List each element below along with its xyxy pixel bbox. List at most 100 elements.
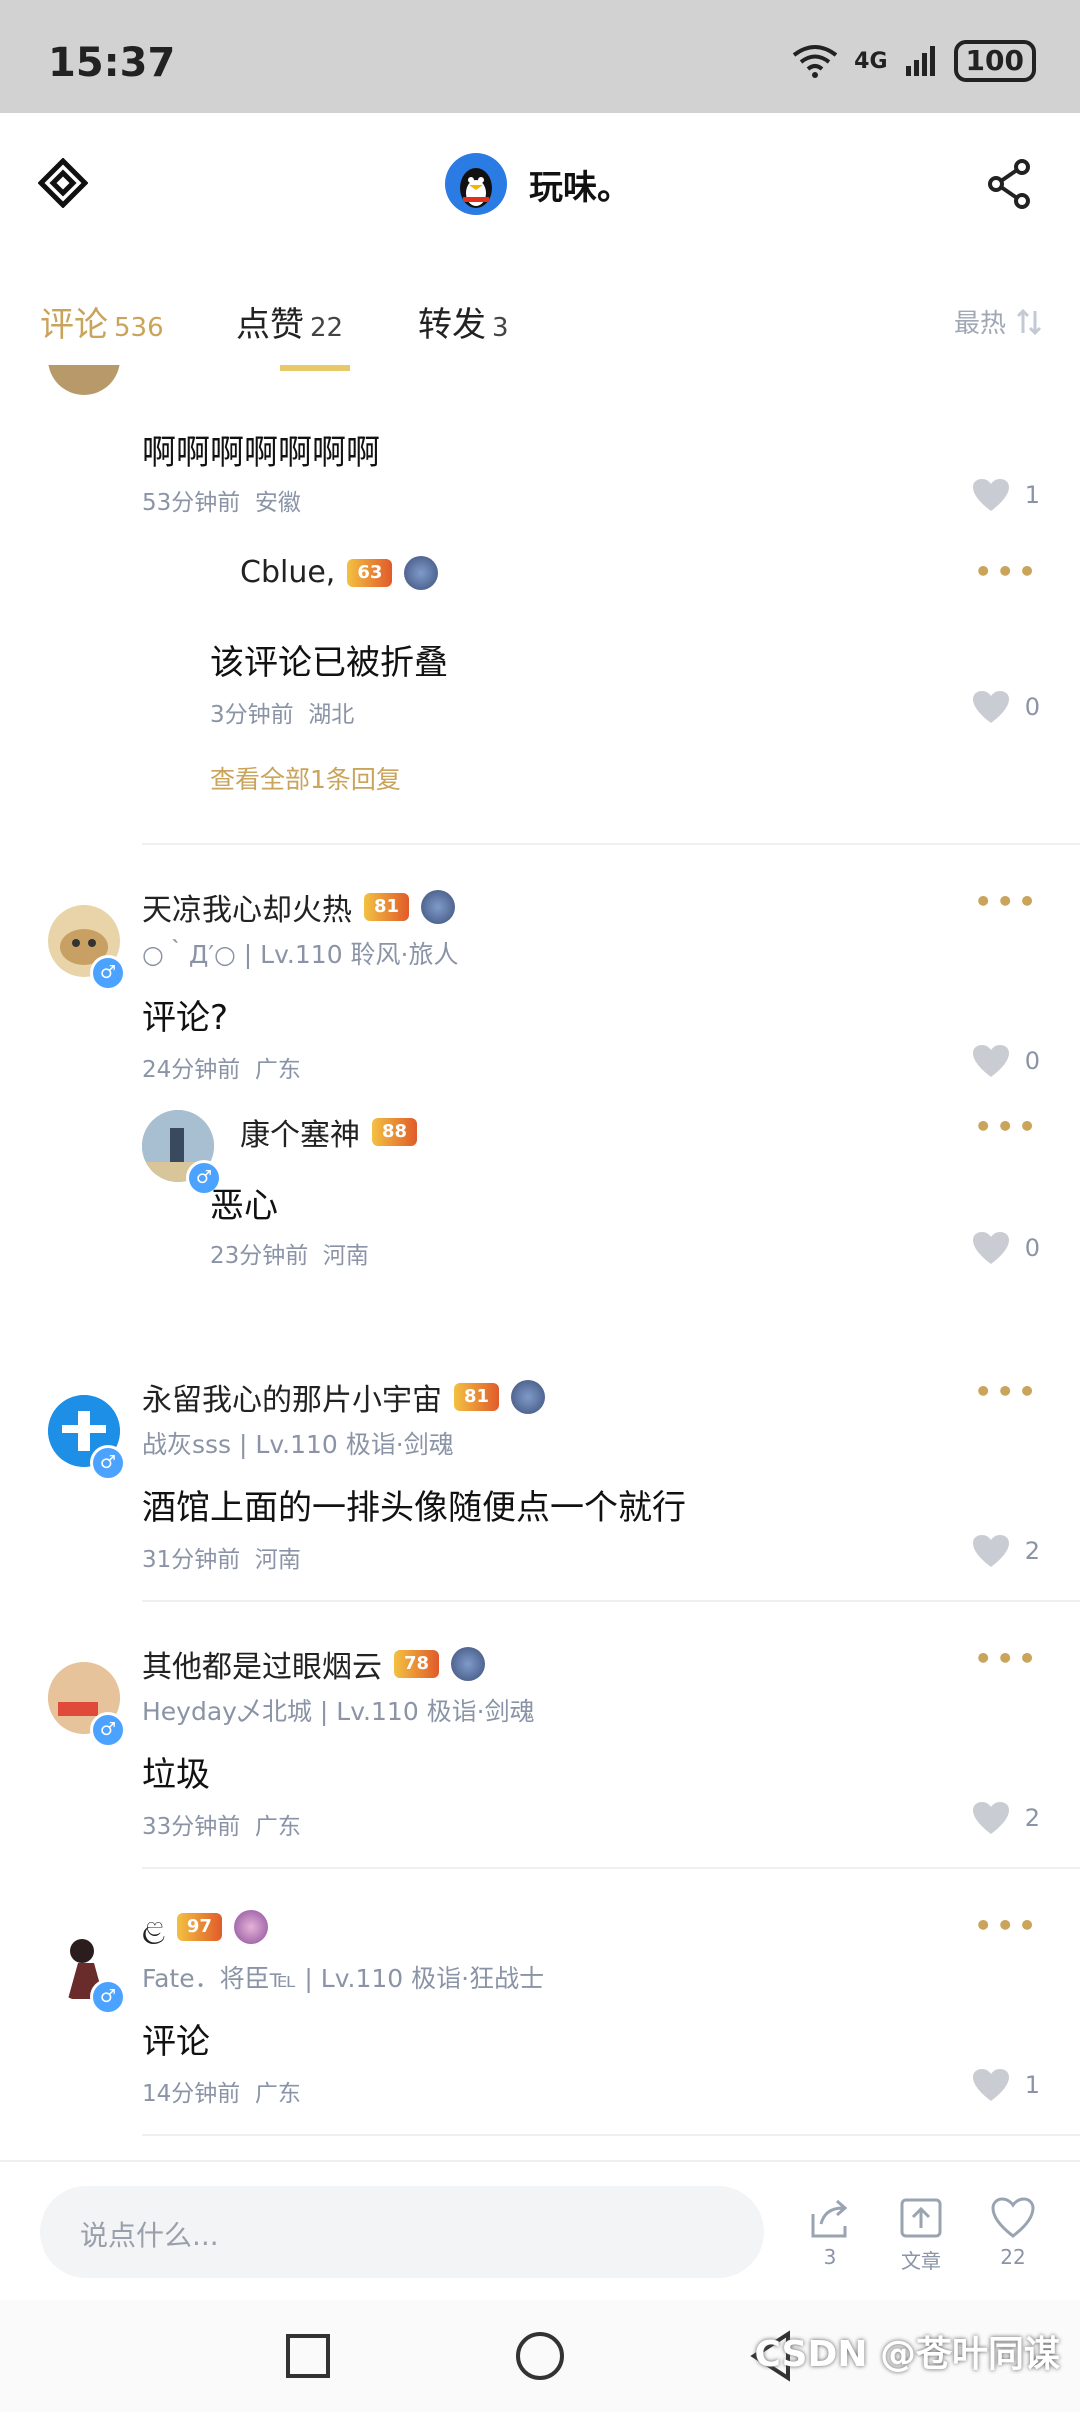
header-user[interactable]: 玩味。 <box>445 153 631 215</box>
app-logo-icon[interactable] <box>38 158 88 208</box>
divider <box>142 2134 1080 2136</box>
battery-indicator: 100 <box>953 40 1036 82</box>
divider <box>142 1600 1080 1602</box>
username[interactable]: 永留我心的那片小宇宙 81 <box>142 1375 546 1419</box>
header-avatar[interactable] <box>445 153 507 215</box>
heart-icon <box>972 691 1009 723</box>
comment-input-placeholder: 说点什么... <box>80 2219 219 2252</box>
post-like-count: 22 <box>1000 2245 1026 2269</box>
level-badge: 81 <box>454 1383 500 1411</box>
comment-meta: 31分钟前 河南 <box>142 1547 301 1573</box>
article-button[interactable]: 文章 <box>891 2196 951 2274</box>
tab-likes-count: 22 <box>310 313 344 343</box>
header-title: 玩味。 <box>529 167 631 208</box>
share-icon[interactable] <box>982 157 1036 211</box>
sort-label: 最热 <box>953 309 1006 339</box>
username[interactable]: 康个塞神 88 <box>240 1110 418 1154</box>
level-badge: 63 <box>347 558 393 587</box>
heart-outline-icon <box>991 2197 1035 2238</box>
level-badge: 97 <box>176 1912 222 1941</box>
comment-text: 酒馆上面的一排头像随便点一个就行 <box>142 1488 686 1528</box>
user-subtitle: 战灰sss | Lv.110 极诣·剑魂 <box>142 1430 454 1459</box>
repost-count: 3 <box>823 2245 837 2269</box>
tab-comments-label: 评论 <box>40 305 108 345</box>
home-icon[interactable] <box>514 2330 566 2382</box>
sort-toggle[interactable]: 最热 <box>954 303 1044 340</box>
comment-input[interactable]: 说点什么... <box>40 2186 764 2278</box>
comment-meta: 53分钟前 安徽 <box>142 490 301 516</box>
like-button[interactable]: 0 <box>971 1043 1040 1079</box>
more-options-button[interactable]: ••• <box>974 1110 1040 1143</box>
like-count: 2 <box>1024 1537 1040 1565</box>
status-bar: 15:37 4G 100 <box>0 0 1080 113</box>
tab-comments[interactable]: 评论 536 <box>40 297 164 346</box>
level-badge: 88 <box>372 1118 418 1146</box>
tab-likes-label: 点赞 <box>236 305 304 345</box>
like-count: 1 <box>1024 2071 1040 2099</box>
wifi-icon <box>792 45 838 78</box>
username[interactable]: Cblue, 63 <box>240 555 439 590</box>
comment-text: 垃圾 <box>142 1755 210 1795</box>
like-button[interactable]: 0 <box>971 689 1040 725</box>
comment-input-bar: 说点什么... 3 文章 22 <box>0 2160 1080 2302</box>
like-button[interactable]: 1 <box>971 477 1040 513</box>
tab-reposts[interactable]: 转发 3 <box>418 297 509 346</box>
repost-button[interactable]: 3 <box>800 2196 860 2269</box>
heart-icon <box>972 1802 1009 1834</box>
rank-emblem-icon <box>451 1647 486 1681</box>
comment-meta: 33分钟前 广东 <box>142 1814 301 1840</box>
divider <box>142 1867 1080 1869</box>
like-count: 0 <box>1024 693 1040 721</box>
rank-emblem-icon <box>404 555 439 590</box>
user-subtitle: Heyday乄北城 | Lv.110 极诣·剑魂 <box>142 1697 535 1726</box>
network-type: 4G <box>854 48 888 74</box>
like-button[interactable]: 2 <box>971 1533 1040 1569</box>
like-count: 0 <box>1024 1234 1040 1262</box>
tab-likes[interactable]: 点赞 22 <box>236 297 343 346</box>
male-gender-icon: ♂ <box>90 1712 126 1748</box>
heart-icon <box>972 1232 1009 1264</box>
comment-text: 该评论已被折叠 <box>210 643 448 683</box>
male-gender-icon: ♂ <box>90 955 126 991</box>
heart-icon <box>972 1045 1009 1077</box>
username[interactable]: 天凉我心却火热 81 <box>142 885 456 929</box>
tab-comments-count: 536 <box>114 313 164 343</box>
username[interactable]: ළ 97 <box>142 1909 268 1944</box>
recent-apps-icon[interactable] <box>284 2332 332 2380</box>
like-button[interactable]: 1 <box>971 2067 1040 2103</box>
upload-article-icon <box>900 2198 942 2238</box>
user-subtitle: Fate．将臣℡ | Lv.110 极诣·狂战士 <box>142 1964 545 1993</box>
sort-arrows-icon <box>1016 308 1042 335</box>
rank-emblem-icon <box>421 890 456 924</box>
comment-text: 啊啊啊啊啊啊啊 <box>142 433 380 473</box>
rank-emblem-icon <box>233 1909 268 1944</box>
more-options-button[interactable]: ••• <box>974 1642 1040 1675</box>
comment-meta: 14分钟前 广东 <box>142 2081 301 2107</box>
avatar[interactable] <box>48 365 120 395</box>
signal-icon <box>905 46 935 76</box>
user-subtitle: ○｀Д′○ | Lv.110 聆风·旅人 <box>142 940 459 969</box>
divider <box>142 843 1080 845</box>
more-options-button[interactable]: ••• <box>974 1375 1040 1408</box>
comment-text: 恶心 <box>210 1186 278 1226</box>
post-like-button[interactable]: 22 <box>983 2196 1043 2269</box>
view-all-replies-link[interactable]: 查看全部1条回复 <box>210 760 401 796</box>
more-options-button[interactable]: ••• <box>974 885 1040 918</box>
comment-list: 啊啊啊啊啊啊啊 53分钟前 安徽 1 Cblue, 63 ••• 该评论已被折叠… <box>0 365 1080 2160</box>
level-badge: 81 <box>364 893 410 921</box>
rank-emblem-icon <box>511 1380 546 1414</box>
heart-icon <box>972 2069 1009 2101</box>
comment-text: 评论? <box>142 998 229 1038</box>
comment-meta: 23分钟前 河南 <box>210 1243 369 1269</box>
male-gender-icon: ♂ <box>90 1445 126 1481</box>
more-options-button[interactable]: ••• <box>974 555 1040 588</box>
comment-text: 评论 <box>142 2022 210 2062</box>
like-button[interactable]: 0 <box>971 1230 1040 1266</box>
more-options-button[interactable]: ••• <box>974 1909 1040 1942</box>
status-icons: 4G 100 <box>792 40 1036 82</box>
level-badge: 78 <box>394 1650 440 1678</box>
male-gender-icon: ♂ <box>90 1979 126 2015</box>
username[interactable]: 其他都是过眼烟云 78 <box>142 1642 486 1686</box>
like-button[interactable]: 2 <box>971 1800 1040 1836</box>
watermark: CSDN @苍叶同谋 <box>754 2334 1060 2375</box>
